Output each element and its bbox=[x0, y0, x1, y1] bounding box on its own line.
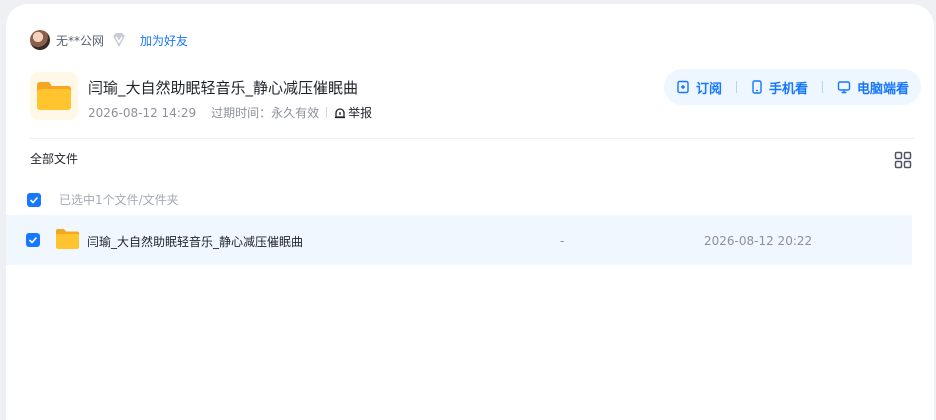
share-page: 无**公网 加为好友 闫瑜_大自然助眠轻音乐_静心减压催眠曲 2026-08-1… bbox=[6, 4, 934, 420]
select-all-checkbox[interactable] bbox=[27, 192, 41, 207]
add-friend-link[interactable]: 加为好友 bbox=[140, 32, 188, 49]
expiry-value: 永久有效 bbox=[271, 106, 320, 120]
monitor-icon bbox=[837, 81, 851, 94]
header-divider bbox=[30, 138, 914, 139]
action-divider bbox=[821, 81, 823, 93]
action-bar: 订阅 手机看 电脑端看 bbox=[663, 69, 921, 105]
file-row[interactable]: 闫瑜_大自然助眠轻音乐_静心减压催眠曲 - 2026-08-12 20:22 bbox=[6, 215, 912, 265]
subscribe-label: 订阅 bbox=[695, 81, 722, 97]
desktop-view-button[interactable]: 电脑端看 bbox=[837, 78, 909, 97]
checkbox-checked-icon bbox=[29, 196, 39, 204]
selection-count: 已选中1个文件/文件夹 bbox=[59, 193, 179, 207]
file-checkbox[interactable] bbox=[26, 233, 40, 247]
expiry-label: 过期时间： bbox=[211, 106, 272, 120]
breadcrumb-all-files[interactable]: 全部文件 bbox=[30, 150, 78, 167]
sharer-info: 无**公网 加为好友 bbox=[30, 29, 188, 51]
folder-icon bbox=[30, 72, 78, 120]
avatar[interactable] bbox=[30, 30, 50, 50]
subscribe-icon bbox=[677, 80, 689, 94]
vip-diamond-icon bbox=[110, 31, 128, 49]
report-label: 举报 bbox=[348, 106, 373, 120]
select-all-row: 已选中1个文件/文件夹 bbox=[27, 191, 179, 208]
file-name[interactable]: 闫瑜_大自然助眠轻音乐_静心减压催眠曲 bbox=[87, 233, 303, 250]
share-title: 闫瑜_大自然助眠轻音乐_静心减压催眠曲 bbox=[88, 79, 359, 97]
action-divider bbox=[735, 81, 737, 93]
share-created-time: 2026-08-12 14:29 bbox=[88, 105, 197, 120]
mobile-view-button[interactable]: 手机看 bbox=[751, 78, 808, 97]
file-date: 2026-08-12 20:22 bbox=[704, 234, 813, 248]
file-size: - bbox=[560, 234, 565, 248]
sharer-name[interactable]: 无**公网 bbox=[56, 32, 104, 49]
subscribe-button[interactable]: 订阅 bbox=[676, 78, 722, 97]
grid-view-icon[interactable] bbox=[894, 151, 912, 169]
meta-divider bbox=[326, 107, 328, 118]
report-button[interactable]: 举报 bbox=[334, 104, 372, 121]
folder-icon bbox=[56, 229, 79, 249]
checkbox-checked-icon bbox=[28, 236, 38, 244]
share-meta: 2026-08-12 14:29 过期时间： 永久有效 举报 bbox=[88, 104, 372, 121]
report-icon bbox=[335, 107, 346, 118]
phone-icon bbox=[752, 80, 762, 94]
mobile-view-label: 手机看 bbox=[768, 81, 808, 97]
desktop-view-label: 电脑端看 bbox=[856, 81, 909, 97]
